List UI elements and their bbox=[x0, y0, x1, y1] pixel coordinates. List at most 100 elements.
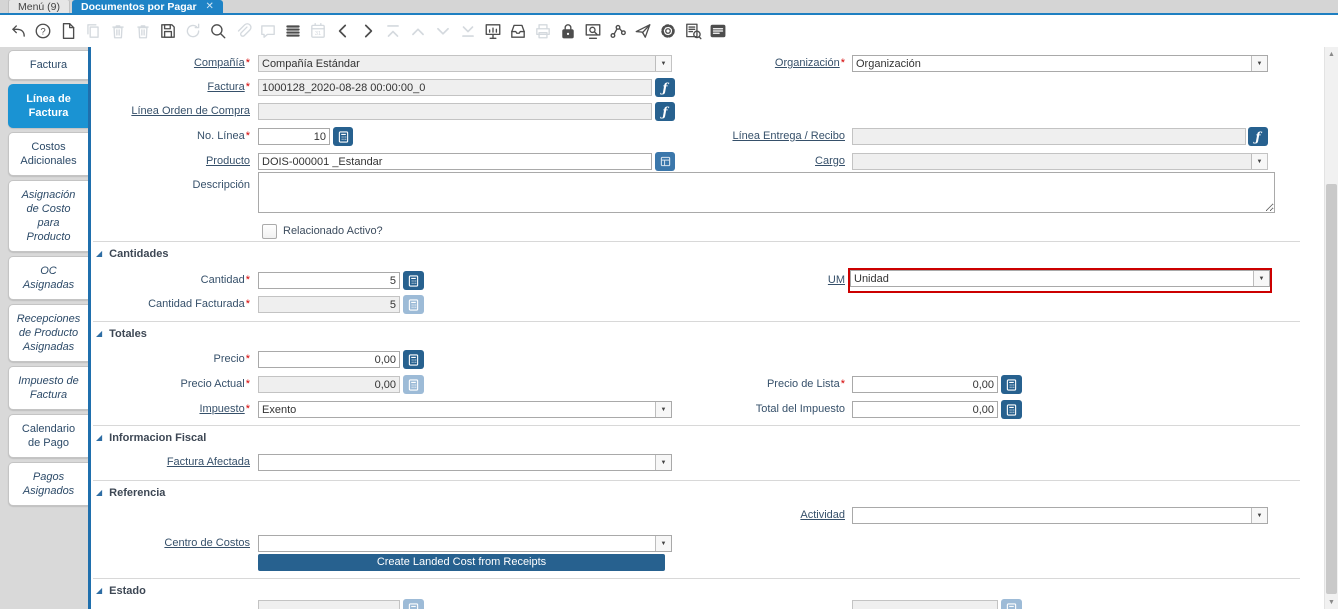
sidebar-tab-linea-de-factura[interactable]: Línea de Factura bbox=[8, 84, 88, 128]
undo-icon[interactable] bbox=[9, 22, 27, 40]
toggle-grid-icon[interactable] bbox=[284, 22, 302, 40]
sidebar-tab-impuesto-de-factura[interactable]: Impuesto de Factura bbox=[8, 366, 88, 410]
sidebar-tab-asignacion-de-costo-para-producto[interactable]: Asignación de Costo para Producto bbox=[8, 180, 88, 252]
total-del-impuesto-input[interactable] bbox=[852, 401, 998, 418]
actividad-combobox[interactable] bbox=[852, 507, 1268, 524]
report-icon[interactable] bbox=[484, 22, 502, 40]
field-label-producto[interactable]: Producto bbox=[91, 153, 250, 170]
cargo-combobox[interactable] bbox=[852, 153, 1268, 170]
new-record-icon[interactable] bbox=[59, 22, 77, 40]
um-input[interactable] bbox=[851, 271, 1253, 286]
precio-input[interactable] bbox=[258, 351, 400, 368]
precio-calculator-button[interactable] bbox=[403, 350, 424, 369]
centro-de-costos-input[interactable] bbox=[259, 536, 655, 551]
toolbar: ? 31 bbox=[0, 15, 1338, 47]
svg-text:31: 31 bbox=[315, 31, 321, 37]
zoom-across-icon[interactable] bbox=[584, 22, 602, 40]
actividad-input[interactable] bbox=[853, 508, 1251, 523]
field-label-organizacion[interactable]: Organización* bbox=[551, 55, 845, 72]
field-label-centro-de-costos[interactable]: Centro de Costos bbox=[91, 535, 250, 552]
precio-de-lista-calculator-button[interactable] bbox=[1001, 375, 1022, 394]
field-label-linea-orden-compra[interactable]: Línea Orden de Compra bbox=[91, 103, 250, 120]
chevron-down-icon[interactable] bbox=[655, 455, 671, 470]
cantidad-input[interactable] bbox=[258, 272, 400, 289]
chevron-down-icon[interactable] bbox=[1251, 56, 1267, 71]
linea-orden-compra-input[interactable] bbox=[258, 103, 652, 120]
organizacion-combobox[interactable] bbox=[852, 55, 1268, 72]
quill-icon: ƒ bbox=[662, 80, 668, 95]
estado-field-1[interactable] bbox=[258, 600, 400, 609]
chevron-down-icon[interactable] bbox=[1251, 508, 1267, 523]
scroll-down-icon[interactable]: ▼ bbox=[1325, 595, 1338, 609]
factura-afectada-input[interactable] bbox=[259, 455, 655, 470]
help-icon[interactable]: ? bbox=[34, 22, 52, 40]
section-header-referencia[interactable]: ◢ Referencia bbox=[96, 486, 165, 500]
total-del-impuesto-calculator-button[interactable] bbox=[1001, 400, 1022, 419]
report-find-icon[interactable] bbox=[684, 22, 702, 40]
field-label-factura-afectada[interactable]: Factura Afectada bbox=[91, 454, 250, 471]
previous-record-icon[interactable] bbox=[334, 22, 352, 40]
relacionado-activo-checkbox[interactable] bbox=[262, 224, 277, 239]
close-tab-icon[interactable]: ✕ bbox=[206, 1, 214, 12]
factura-afectada-combobox[interactable] bbox=[258, 454, 672, 471]
precio-actual-input[interactable] bbox=[258, 376, 400, 393]
section-header-totales[interactable]: ◢ Totales bbox=[96, 327, 147, 341]
field-label-linea-entrega-recibo[interactable]: Línea Entrega / Recibo bbox=[551, 128, 845, 145]
sidebar-tab-costos-adicionales[interactable]: Costos Adicionales bbox=[8, 132, 88, 176]
sidebar-tab-oc-asignadas[interactable]: OC Asignadas bbox=[8, 256, 88, 300]
linea-orden-compra-zoom-button[interactable]: ƒ bbox=[655, 102, 675, 121]
collapse-triangle-icon: ◢ bbox=[96, 433, 103, 442]
field-label-total-del-impuesto: Total del Impuesto bbox=[755, 403, 845, 415]
vertical-scrollbar[interactable]: ▲ ▼ bbox=[1324, 47, 1338, 609]
chevron-down-icon[interactable] bbox=[1251, 154, 1267, 169]
no-linea-input[interactable] bbox=[258, 128, 330, 145]
share-icon[interactable] bbox=[634, 22, 652, 40]
estado-field-2[interactable] bbox=[852, 600, 998, 609]
field-label-impuesto[interactable]: Impuesto* bbox=[91, 401, 250, 418]
archive-icon[interactable] bbox=[509, 22, 527, 40]
sidebar-tab-factura[interactable]: Factura bbox=[8, 50, 88, 80]
section-header-informacion-fiscal[interactable]: ◢ Informacion Fiscal bbox=[96, 431, 206, 445]
cargo-input[interactable] bbox=[853, 154, 1251, 169]
chevron-down-icon[interactable] bbox=[655, 536, 671, 551]
linea-entrega-recibo-zoom-button[interactable]: ƒ bbox=[1248, 127, 1268, 146]
field-label-um[interactable]: UM bbox=[551, 272, 845, 289]
chevron-down-icon[interactable] bbox=[1253, 271, 1269, 286]
sidebar-tab-calendario-de-pago[interactable]: Calendario de Pago bbox=[8, 414, 88, 458]
descripcion-textarea[interactable] bbox=[258, 172, 1275, 213]
field-label-factura[interactable]: Factura* bbox=[91, 79, 250, 96]
print-icon bbox=[534, 22, 552, 40]
scrollbar-thumb[interactable] bbox=[1326, 184, 1337, 594]
next-record-icon[interactable] bbox=[359, 22, 377, 40]
lock-icon[interactable] bbox=[559, 22, 577, 40]
section-header-estado[interactable]: ◢ Estado bbox=[96, 584, 146, 598]
calculator-icon bbox=[408, 378, 419, 391]
factura-input[interactable] bbox=[258, 79, 652, 96]
find-icon[interactable] bbox=[209, 22, 227, 40]
cantidad-facturada-input[interactable] bbox=[258, 296, 400, 313]
field-label-cargo[interactable]: Cargo bbox=[551, 153, 845, 170]
preferences-icon[interactable] bbox=[659, 22, 677, 40]
organizacion-input[interactable] bbox=[853, 56, 1251, 71]
sidebar-tab-pagos-asignados[interactable]: Pagos Asignados bbox=[8, 462, 88, 506]
field-label-actividad[interactable]: Actividad bbox=[551, 507, 845, 524]
save-icon[interactable] bbox=[159, 22, 177, 40]
workflow-icon[interactable] bbox=[609, 22, 627, 40]
section-header-cantidades[interactable]: ◢ Cantidades bbox=[96, 247, 168, 261]
scroll-up-icon[interactable]: ▲ bbox=[1325, 47, 1338, 61]
precio-de-lista-input[interactable] bbox=[852, 376, 998, 393]
field-label-compania[interactable]: Compañía* bbox=[91, 55, 250, 72]
tab-menu[interactable]: Menú (9) bbox=[8, 0, 71, 13]
centro-de-costos-combobox[interactable] bbox=[258, 535, 672, 552]
cantidad-calculator-button[interactable] bbox=[403, 271, 424, 290]
create-landed-cost-button[interactable]: Create Landed Cost from Receipts bbox=[258, 554, 665, 571]
factura-zoom-button[interactable]: ƒ bbox=[655, 78, 675, 97]
window-panel-icon[interactable] bbox=[709, 22, 727, 40]
linea-entrega-recibo-input[interactable] bbox=[852, 128, 1246, 145]
precio-actual-calculator-button bbox=[403, 375, 424, 394]
nav-up-icon bbox=[409, 22, 427, 40]
um-combobox[interactable] bbox=[850, 270, 1270, 287]
sidebar-tab-recepciones-de-producto-asignadas[interactable]: Recepciones de Producto Asignadas bbox=[8, 304, 88, 362]
no-linea-calculator-button[interactable] bbox=[333, 127, 353, 146]
tab-documentos-por-pagar[interactable]: Documentos por Pagar ✕ bbox=[72, 0, 223, 13]
